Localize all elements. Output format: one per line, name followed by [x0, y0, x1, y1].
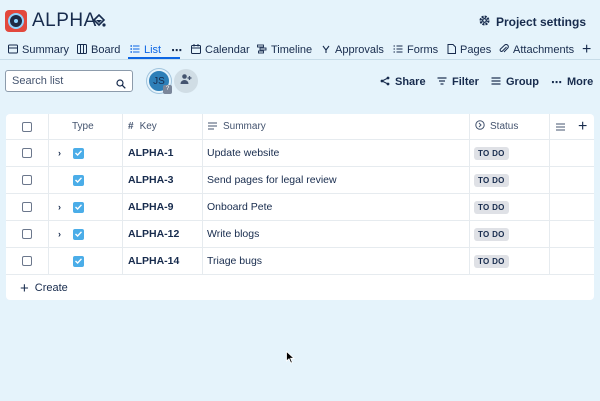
forms-icon	[393, 44, 403, 57]
task-type-icon	[73, 248, 84, 274]
row-checkbox[interactable]	[22, 194, 32, 220]
task-type-icon	[73, 194, 84, 220]
tab-timeline[interactable]: Timeline	[257, 41, 312, 59]
tab-attachments[interactable]: Attachments	[499, 41, 574, 59]
plus-icon: +	[582, 41, 592, 58]
task-type-icon	[73, 221, 84, 247]
issue-key[interactable]: ALPHA-3	[128, 167, 174, 193]
tab-calendar[interactable]: Calendar	[191, 41, 250, 59]
table-row[interactable]: ALPHA-14 Triage bugs TO DO	[6, 248, 594, 275]
tab-forms[interactable]: Forms	[393, 41, 438, 59]
project-settings-label: Project settings	[495, 15, 586, 29]
globe-icon	[8, 44, 18, 57]
tab-summary[interactable]: Summary	[8, 41, 69, 59]
filter-button[interactable]: Filter	[437, 74, 479, 90]
add-person-icon	[180, 72, 192, 90]
tab-board[interactable]: Board	[77, 41, 120, 59]
group-button[interactable]: Group	[491, 74, 539, 90]
row-checkbox[interactable]	[22, 221, 32, 247]
text-lines-icon	[208, 121, 217, 133]
row-checkbox[interactable]	[22, 167, 32, 193]
column-options-icon[interactable]	[556, 114, 565, 139]
issues-table: Type # Key Summary Status + › ALPHA-1 Up…	[6, 114, 594, 300]
calendar-icon	[191, 43, 201, 57]
issue-key[interactable]: ALPHA-12	[128, 221, 179, 247]
list-toolbar: JS ? Share Filter Group ⋯ More	[0, 64, 600, 98]
add-tab-button[interactable]: +	[582, 41, 591, 59]
add-column-button[interactable]: +	[578, 114, 587, 139]
search-icon	[116, 76, 126, 94]
filter-icon	[437, 76, 447, 89]
status-badge[interactable]: TO DO	[474, 248, 509, 274]
issue-summary[interactable]: Update website	[207, 140, 279, 166]
add-people-button[interactable]	[174, 69, 198, 93]
table-row[interactable]: › ALPHA-1 Update website TO DO	[6, 140, 594, 167]
gear-icon	[478, 14, 491, 30]
project-title: ALPHA	[32, 10, 97, 31]
task-type-icon	[73, 167, 84, 193]
status-badge[interactable]: TO DO	[474, 194, 509, 220]
create-issue-button[interactable]: + Create	[20, 279, 68, 297]
project-header: ALPHA Project settings	[0, 0, 600, 40]
task-type-icon	[73, 140, 84, 166]
timeline-icon	[257, 44, 267, 57]
status-badge[interactable]: TO DO	[474, 140, 509, 166]
key-column-header[interactable]: # Key	[128, 114, 157, 139]
issue-key[interactable]: ALPHA-9	[128, 194, 174, 220]
select-all-checkbox[interactable]	[22, 114, 32, 139]
issue-key[interactable]: ALPHA-14	[128, 248, 179, 274]
summary-column-header[interactable]: Summary	[208, 114, 266, 139]
board-icon	[77, 43, 87, 57]
active-tab-indicator	[128, 57, 180, 59]
row-checkbox[interactable]	[22, 140, 32, 166]
table-row[interactable]: › ALPHA-12 Write blogs TO DO	[6, 221, 594, 248]
share-button[interactable]: Share	[380, 74, 426, 90]
issue-key[interactable]: ALPHA-1	[128, 140, 174, 166]
pages-icon	[447, 43, 456, 57]
expand-chevron-icon[interactable]: ›	[58, 140, 61, 166]
more-button[interactable]: ⋯ More	[551, 74, 593, 90]
attachment-icon	[499, 43, 509, 57]
share-icon	[380, 76, 390, 89]
avatar-badge: ?	[163, 85, 172, 94]
plus-icon: +	[578, 117, 588, 135]
issue-summary[interactable]: Triage bugs	[207, 248, 262, 274]
approvals-icon	[322, 44, 331, 57]
more-dots-icon: ⋯	[551, 76, 562, 89]
plus-icon: +	[20, 279, 29, 297]
table-row[interactable]: ALPHA-3 Send pages for legal review TO D…	[6, 167, 594, 194]
status-column-header[interactable]: Status	[475, 114, 518, 139]
tab-approvals[interactable]: Approvals	[322, 41, 384, 59]
search-input[interactable]	[12, 75, 112, 87]
paint-bucket-icon[interactable]	[92, 13, 106, 30]
table-row[interactable]: › ALPHA-9 Onboard Pete TO DO	[6, 194, 594, 221]
project-avatar-icon[interactable]	[5, 10, 27, 32]
issue-summary[interactable]: Onboard Pete	[207, 194, 272, 220]
hash-icon: #	[128, 121, 134, 132]
list-icon	[130, 44, 140, 57]
view-tabs: Summary Board List ⋯ Calendar Timeline A…	[0, 38, 600, 60]
status-circle-icon	[475, 120, 485, 133]
expand-chevron-icon[interactable]: ›	[58, 194, 61, 220]
avatar[interactable]: JS ?	[147, 69, 172, 94]
type-column-header[interactable]: Type	[72, 114, 94, 139]
table-header-row: Type # Key Summary Status +	[6, 114, 594, 140]
issue-summary[interactable]: Send pages for legal review	[207, 167, 337, 193]
group-icon	[491, 76, 501, 89]
row-checkbox[interactable]	[22, 248, 32, 274]
tab-pages[interactable]: Pages	[447, 41, 491, 59]
status-badge[interactable]: TO DO	[474, 167, 509, 193]
mouse-cursor-icon	[286, 350, 296, 369]
expand-chevron-icon[interactable]: ›	[58, 221, 61, 247]
project-settings-button[interactable]: Project settings	[478, 13, 586, 31]
search-field[interactable]	[5, 70, 133, 92]
status-badge[interactable]: TO DO	[474, 221, 509, 247]
issue-summary[interactable]: Write blogs	[207, 221, 259, 247]
more-dots-icon[interactable]: ⋯	[171, 44, 182, 57]
